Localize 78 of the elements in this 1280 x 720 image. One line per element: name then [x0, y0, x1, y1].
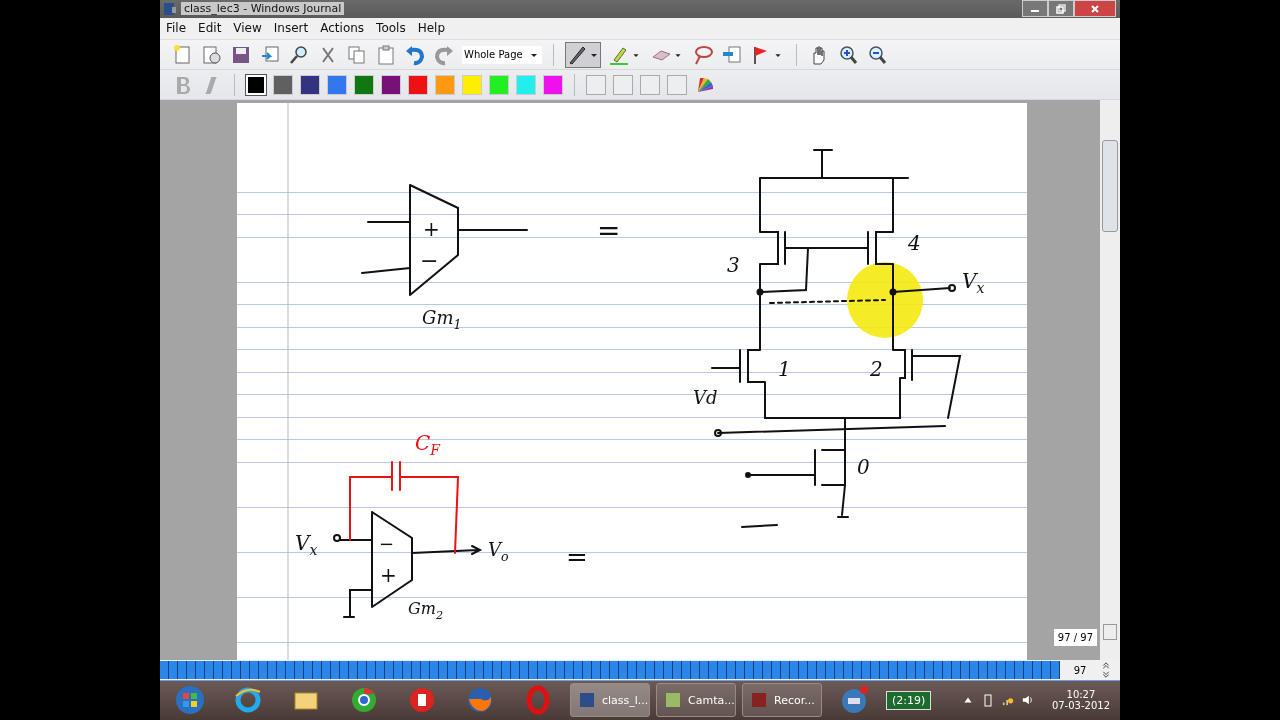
color-swatch[interactable] [489, 74, 509, 95]
taskbar-button[interactable]: Camta... [656, 683, 736, 718]
menu-item[interactable]: Insert [273, 21, 309, 36]
color-swatch[interactable] [300, 74, 320, 95]
scroll-button[interactable] [1103, 624, 1117, 641]
color-swatch[interactable] [354, 74, 374, 95]
close-button[interactable] [1074, 0, 1116, 17]
search-icon[interactable] [288, 43, 310, 66]
empty-swatch[interactable] [667, 74, 687, 95]
empty-swatch[interactable] [613, 74, 633, 95]
handwritten-label: 4 [908, 231, 921, 256]
clock-time[interactable]: 10:27 [1066, 689, 1096, 701]
redo-icon[interactable] [433, 43, 455, 66]
empty-swatch[interactable] [640, 74, 660, 95]
color-swatch[interactable] [408, 74, 428, 95]
color-swatch[interactable] [435, 74, 455, 95]
page-clock-icon[interactable] [201, 43, 223, 66]
color-swatch[interactable] [273, 74, 293, 95]
menu-item[interactable]: Help [417, 21, 445, 36]
color-swatch[interactable] [516, 74, 536, 95]
empty-swatch[interactable] [586, 74, 606, 95]
page-number: 97 [1072, 664, 1088, 676]
book-icon [163, 1, 177, 16]
handwritten-label: Gm$_{2}$ [408, 599, 444, 623]
handwritten-label: − [379, 533, 395, 555]
menu-item[interactable]: Tools [376, 21, 406, 36]
taskbar-button[interactable]: Recor... [742, 683, 822, 718]
scroll-thumb[interactable] [1102, 140, 1118, 233]
zoom-out-icon[interactable] [866, 43, 888, 66]
pen-button[interactable] [565, 41, 601, 68]
handwritten-label: = [597, 214, 621, 248]
color-swatch[interactable] [462, 74, 482, 95]
battery-timer[interactable]: (2:19) [886, 690, 932, 710]
handwritten-label: + [380, 563, 397, 588]
restore-icon [1056, 3, 1066, 14]
menu-item[interactable]: Edit [198, 21, 222, 36]
color-swatch[interactable] [381, 74, 401, 95]
color-swatch[interactable] [327, 74, 347, 95]
handwritten-label: − [420, 248, 439, 274]
handwritten-label: V$_{x}$ [962, 269, 985, 297]
page-strip[interactable] [160, 661, 1060, 679]
handwritten-label: 0 [857, 455, 870, 480]
menu-item[interactable]: File [166, 21, 187, 36]
tools-app-icon[interactable] [839, 685, 869, 716]
handwritten-label: V$_{x}$ [295, 531, 318, 559]
page-indicator: 97 / 97 [1053, 629, 1097, 647]
battery-icon[interactable] [981, 693, 994, 708]
zoom-in-icon[interactable] [837, 43, 859, 66]
maximize-button[interactable] [1048, 0, 1074, 17]
handwritten-label: Gm$_{1}$ [422, 307, 462, 333]
handwritten-label: = [566, 542, 588, 573]
close-icon [1090, 3, 1100, 14]
lasso-icon[interactable] [692, 43, 714, 66]
insert-space-icon[interactable] [721, 43, 743, 66]
clock-date[interactable]: 07-03-2012 [1051, 700, 1110, 712]
menu-item[interactable]: Actions [320, 21, 365, 36]
clipboard-icon[interactable] [375, 43, 397, 66]
handwritten-label: V$_{o}$ [488, 539, 509, 565]
menu-item[interactable]: View [233, 21, 262, 36]
undo-icon[interactable] [404, 43, 426, 66]
handwritten-label: Vd [693, 387, 718, 409]
start-button[interactable] [175, 685, 205, 716]
copy-icon[interactable] [346, 43, 368, 66]
next-page-icon[interactable] [1100, 670, 1112, 679]
handwritten-label: + [423, 217, 440, 242]
previous-page-icon[interactable] [1100, 661, 1112, 670]
color-swatch[interactable] [543, 74, 563, 95]
zoom-dropdown[interactable]: Whole Page [462, 45, 542, 64]
handwritten-label: 3 [727, 253, 740, 278]
ink-stroke [741, 524, 778, 529]
handwritten-label: C$_{F}$ [415, 431, 441, 459]
minimize-button[interactable] [1022, 0, 1048, 17]
minimize-icon [1031, 10, 1039, 12]
taskbar-button[interactable]: class_l... [570, 683, 650, 718]
handwritten-label: 2 [870, 357, 883, 382]
window-title: class_lec3 - Windows Journal [181, 2, 345, 16]
vertical-scrollbar[interactable] [1100, 100, 1120, 661]
handwritten-label: 1 [778, 357, 791, 382]
